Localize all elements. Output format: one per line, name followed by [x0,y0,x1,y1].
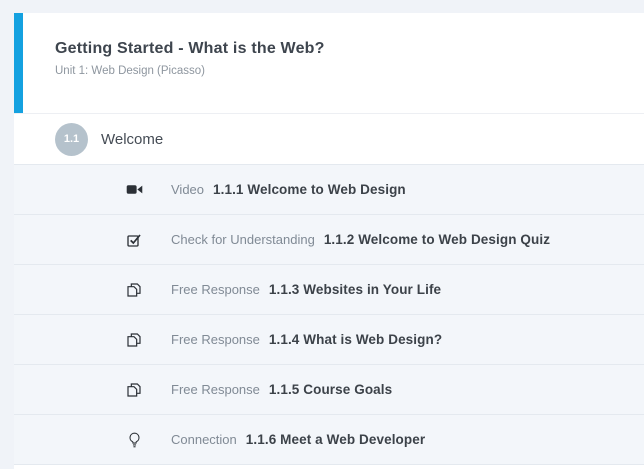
section-title: Welcome [101,131,163,148]
pages-icon [121,332,147,348]
section-header-1-1[interactable]: 1.1 Welcome [14,113,644,164]
lesson-title-link[interactable]: 1.1.3 Websites in Your Life [269,282,441,297]
unit-subtitle: Unit 1: Web Design (Picasso) [55,65,624,77]
lesson-type-label: Free Response [171,282,260,297]
module-accent-bar [14,13,23,113]
module-header-card: Getting Started - What is the Web? Unit … [14,13,644,113]
section-number-badge: 1.1 [55,123,88,156]
lesson-type-label: Connection [171,432,237,447]
checkbox-icon [121,232,147,248]
lesson-type-label: Check for Understanding [171,232,315,247]
page-title: Getting Started - What is the Web? [55,40,624,58]
video-icon [121,181,147,198]
lesson-title-link[interactable]: 1.1.1 Welcome to Web Design [213,182,406,197]
lesson-row-1-1-3[interactable]: Free Response 1.1.3 Websites in Your Lif… [14,264,644,314]
lesson-type-label: Free Response [171,382,260,397]
lesson-row-1-1-1[interactable]: Video 1.1.1 Welcome to Web Design [14,164,644,214]
lesson-title-link[interactable]: 1.1.2 Welcome to Web Design Quiz [324,232,550,247]
lesson-type-label: Video [171,182,204,197]
next-section-edge [14,465,644,469]
lesson-type-label: Free Response [171,332,260,347]
course-module-panel: Getting Started - What is the Web? Unit … [14,13,644,467]
lesson-title-link[interactable]: 1.1.4 What is Web Design? [269,332,442,347]
lesson-row-1-1-2[interactable]: Check for Understanding 1.1.2 Welcome to… [14,214,644,264]
pages-icon [121,282,147,298]
lesson-row-1-1-6[interactable]: Connection 1.1.6 Meet a Web Developer [14,414,644,464]
lesson-title-link[interactable]: 1.1.6 Meet a Web Developer [246,432,425,447]
pages-icon [121,382,147,398]
lesson-list: Video 1.1.1 Welcome to Web Design Check … [14,164,644,465]
lesson-row-1-1-5[interactable]: Free Response 1.1.5 Course Goals [14,364,644,414]
lesson-row-1-1-4[interactable]: Free Response 1.1.4 What is Web Design? [14,314,644,364]
lesson-title-link[interactable]: 1.1.5 Course Goals [269,382,392,397]
lightbulb-icon [121,432,147,448]
